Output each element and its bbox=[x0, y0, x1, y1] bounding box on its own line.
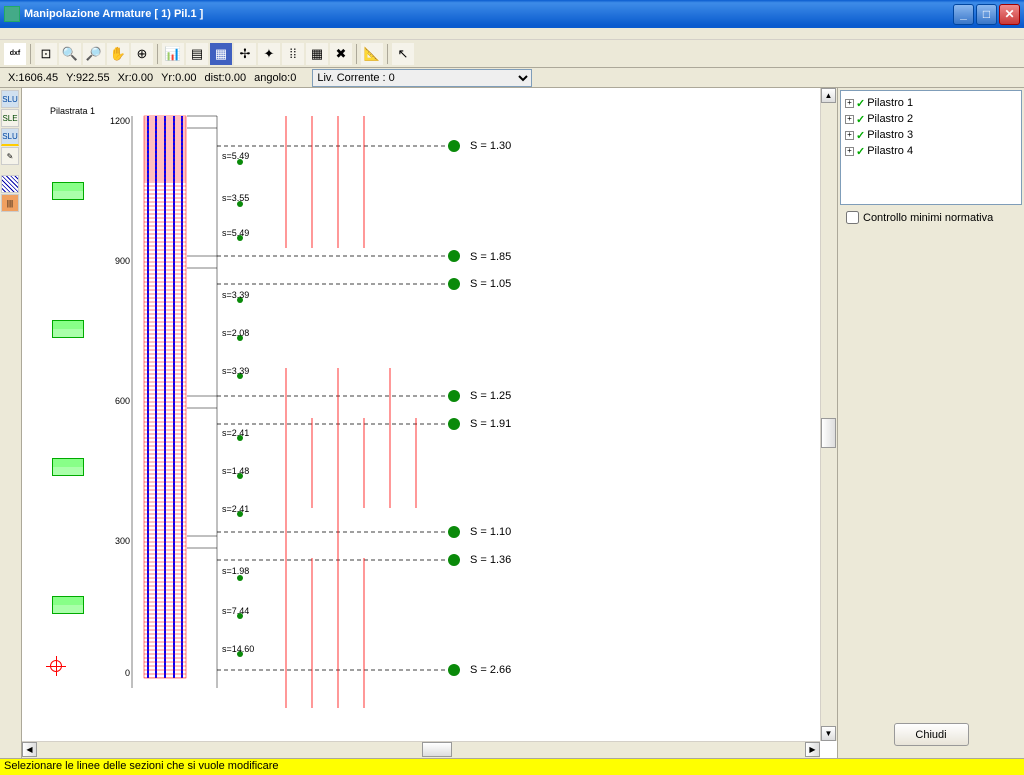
s-big-label: S = 1.25 bbox=[470, 390, 511, 402]
y-tick-label: 600 bbox=[108, 396, 130, 406]
tree-item-label: Pilastro 2 bbox=[867, 113, 913, 125]
expand-icon[interactable]: + bbox=[845, 131, 854, 140]
maximize-button[interactable]: □ bbox=[976, 4, 997, 25]
controllo-minimi-label: Controllo minimi normativa bbox=[863, 212, 993, 224]
vertical-scrollbar[interactable]: ▲ ▼ bbox=[820, 88, 837, 741]
check-icon: ✓ bbox=[856, 97, 865, 110]
diagram-svg bbox=[22, 88, 822, 728]
app-icon bbox=[4, 6, 20, 22]
canvas-container: Pilastrata 1 bbox=[22, 88, 838, 758]
pan-icon[interactable]: ✋ bbox=[107, 43, 129, 65]
tree-item[interactable]: +✓Pilastro 1 bbox=[845, 95, 1017, 111]
zoom-in-icon[interactable]: 🔍 bbox=[59, 43, 81, 65]
expand-icon[interactable]: + bbox=[845, 99, 854, 108]
s-small-label: s=3.55 bbox=[222, 193, 249, 203]
horizontal-scrollbar[interactable]: ◀ ▶ bbox=[22, 741, 820, 758]
slu-button[interactable]: SLU bbox=[1, 90, 19, 108]
zoom-extents-icon[interactable]: ⊕ bbox=[131, 43, 153, 65]
point-icon[interactable]: ✦ bbox=[258, 43, 280, 65]
y-tick-label: 900 bbox=[108, 256, 130, 266]
tree-item[interactable]: +✓Pilastro 2 bbox=[845, 111, 1017, 127]
scroll-up-arrow[interactable]: ▲ bbox=[821, 88, 836, 103]
right-panel: +✓Pilastro 1+✓Pilastro 2+✓Pilastro 3+✓Pi… bbox=[838, 88, 1024, 758]
scroll-h-thumb[interactable] bbox=[422, 742, 452, 757]
s-big-label: S = 1.05 bbox=[470, 278, 511, 290]
check-icon: ✓ bbox=[856, 113, 865, 126]
scroll-left-arrow[interactable]: ◀ bbox=[22, 742, 37, 757]
titlebar: Manipolazione Armature [ 1) Pil.1 ] _ □ … bbox=[0, 0, 1024, 28]
controllo-minimi-checkbox[interactable] bbox=[846, 211, 859, 224]
s-small-label: s=1.98 bbox=[222, 566, 249, 576]
pilastro-tree[interactable]: +✓Pilastro 1+✓Pilastro 2+✓Pilastro 3+✓Pi… bbox=[840, 90, 1022, 205]
s-small-label: s=5.49 bbox=[222, 228, 249, 238]
tree-item-label: Pilastro 4 bbox=[867, 145, 913, 157]
y-tick-label: 0 bbox=[108, 668, 130, 678]
s-big-label: S = 1.36 bbox=[470, 554, 511, 566]
expand-icon[interactable]: + bbox=[845, 115, 854, 124]
scroll-v-thumb[interactable] bbox=[821, 418, 836, 448]
snap-icon[interactable]: ✢ bbox=[234, 43, 256, 65]
grid-icon[interactable]: ▦ bbox=[210, 43, 232, 65]
s-small-label: s=2.41 bbox=[222, 428, 249, 438]
s-small-label: s=2.08 bbox=[222, 328, 249, 338]
s-small-label: s=14.60 bbox=[222, 644, 254, 654]
level-select[interactable]: Liv. Corrente : 0 bbox=[312, 69, 532, 87]
tree-item[interactable]: +✓Pilastro 4 bbox=[845, 143, 1017, 159]
check-icon: ✓ bbox=[856, 129, 865, 142]
s-small-label: s=1.48 bbox=[222, 466, 249, 476]
tree-item[interactable]: +✓Pilastro 3 bbox=[845, 127, 1017, 143]
close-window-button[interactable]: ✕ bbox=[999, 4, 1020, 25]
chiudi-button[interactable]: Chiudi bbox=[894, 723, 969, 746]
s-small-label: s=3.39 bbox=[222, 290, 249, 300]
zoom-out-icon[interactable]: 🔎 bbox=[83, 43, 105, 65]
coord-dist: dist:0.00 bbox=[205, 72, 247, 84]
coords-bar: X:1606.45 Y:922.55 Xr:0.00 Yr:0.00 dist:… bbox=[0, 68, 1024, 88]
sle-button[interactable]: SLE bbox=[1, 109, 19, 127]
y-tick-label: 300 bbox=[108, 536, 130, 546]
window-title: Manipolazione Armature [ 1) Pil.1 ] bbox=[24, 8, 953, 20]
layers-icon[interactable]: ▤ bbox=[186, 43, 208, 65]
measure-icon[interactable]: 📐 bbox=[361, 43, 383, 65]
scroll-down-arrow[interactable]: ▼ bbox=[821, 726, 836, 741]
s-small-label: s=7.44 bbox=[222, 606, 249, 616]
coord-y: Y:922.55 bbox=[66, 72, 109, 84]
arrow-icon[interactable]: ↖ bbox=[392, 43, 414, 65]
grid2-icon[interactable]: ▦ bbox=[306, 43, 328, 65]
zoom-window-icon[interactable]: ⊡ bbox=[35, 43, 57, 65]
dots-icon[interactable]: ⁞⁞ bbox=[282, 43, 304, 65]
scroll-right-arrow[interactable]: ▶ bbox=[805, 742, 820, 757]
slu2-button[interactable]: SLU bbox=[1, 128, 19, 146]
status-bar: Selezionare le linee delle sezioni che s… bbox=[0, 758, 1024, 775]
drawing-canvas[interactable]: Pilastrata 1 bbox=[22, 88, 820, 741]
y-tick-label: 1200 bbox=[108, 116, 130, 126]
s-big-label: S = 1.30 bbox=[470, 140, 511, 152]
cross-icon[interactable]: ✖ bbox=[330, 43, 352, 65]
pencil-icon[interactable]: ✎ bbox=[1, 147, 19, 165]
expand-icon[interactable]: + bbox=[845, 147, 854, 156]
s-small-label: s=3.39 bbox=[222, 366, 249, 376]
s-small-label: s=2.41 bbox=[222, 504, 249, 514]
left-toolbar: SLU SLE SLU ✎ ||| bbox=[0, 88, 22, 758]
s-big-label: S = 1.91 bbox=[470, 418, 511, 430]
s-small-label: s=5.49 bbox=[222, 151, 249, 161]
coord-x: X:1606.45 bbox=[8, 72, 58, 84]
coord-angolo: angolo:0 bbox=[254, 72, 296, 84]
s-big-label: S = 1.85 bbox=[470, 251, 511, 263]
main-toolbar: dxf ⊡ 🔍 🔎 ✋ ⊕ 📊 ▤ ▦ ✢ ✦ ⁞⁞ ▦ ✖ 📐 ↖ bbox=[0, 40, 1024, 68]
check-icon: ✓ bbox=[856, 145, 865, 158]
status-text: Selezionare le linee delle sezioni che s… bbox=[4, 760, 279, 772]
tree-item-label: Pilastro 3 bbox=[867, 129, 913, 141]
coord-xr: Xr:0.00 bbox=[118, 72, 153, 84]
chart-icon[interactable]: 📊 bbox=[162, 43, 184, 65]
minimize-button[interactable]: _ bbox=[953, 4, 974, 25]
coord-yr: Yr:0.00 bbox=[161, 72, 196, 84]
tree-item-label: Pilastro 1 bbox=[867, 97, 913, 109]
s-big-label: S = 1.10 bbox=[470, 526, 511, 538]
pattern-button[interactable] bbox=[1, 175, 19, 193]
hatch-button[interactable]: ||| bbox=[1, 194, 19, 212]
s-big-label: S = 2.66 bbox=[470, 664, 511, 676]
dxf-icon[interactable]: dxf bbox=[4, 43, 26, 65]
menubar bbox=[0, 28, 1024, 40]
